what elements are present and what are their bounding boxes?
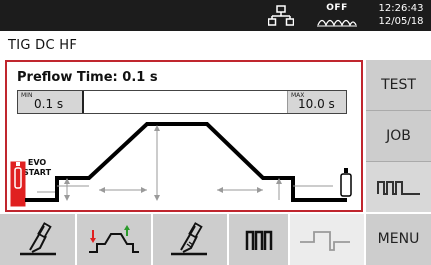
- date-text: 12/05/18: [378, 16, 424, 27]
- pulse-button[interactable]: [229, 214, 290, 265]
- process-icon: [89, 225, 139, 253]
- torch-settings-icon: [171, 222, 207, 256]
- postflow-gas-icon[interactable]: [340, 168, 352, 197]
- weld-cycle-graph: [10, 122, 352, 207]
- pulse-icon: [245, 230, 273, 250]
- waveform-button[interactable]: [290, 214, 366, 265]
- output-status: OFF: [315, 3, 359, 29]
- torch-icon: [20, 222, 56, 256]
- output-off-label: OFF: [326, 3, 348, 13]
- status-bar: OFF 12:26:43 12/05/18: [0, 0, 431, 31]
- pulse-mode-button[interactable]: [366, 161, 431, 212]
- network-icon: [268, 5, 294, 27]
- clock: 12:26:43 12/05/18: [372, 2, 430, 28]
- process-button[interactable]: [77, 214, 153, 265]
- waveform-icon: [300, 231, 350, 251]
- torch-settings-button[interactable]: [153, 214, 229, 265]
- gas-bottle-icon[interactable]: [10, 161, 26, 207]
- test-button[interactable]: TEST: [366, 60, 431, 110]
- job-button[interactable]: JOB: [366, 110, 431, 161]
- torch-button[interactable]: [0, 214, 77, 265]
- menu-button[interactable]: MENU: [366, 214, 431, 265]
- parameter-panel: Preflow Time: 0.1 s MIN 0.1 s MAX 10.0 s…: [5, 60, 363, 212]
- time-text: 12:26:43: [378, 3, 424, 14]
- weld-cycle-line: [25, 122, 347, 202]
- wave-icon: [317, 15, 357, 27]
- process-mode-label: TIG DC HF: [8, 38, 78, 53]
- pulse-mode-icon: [377, 181, 420, 195]
